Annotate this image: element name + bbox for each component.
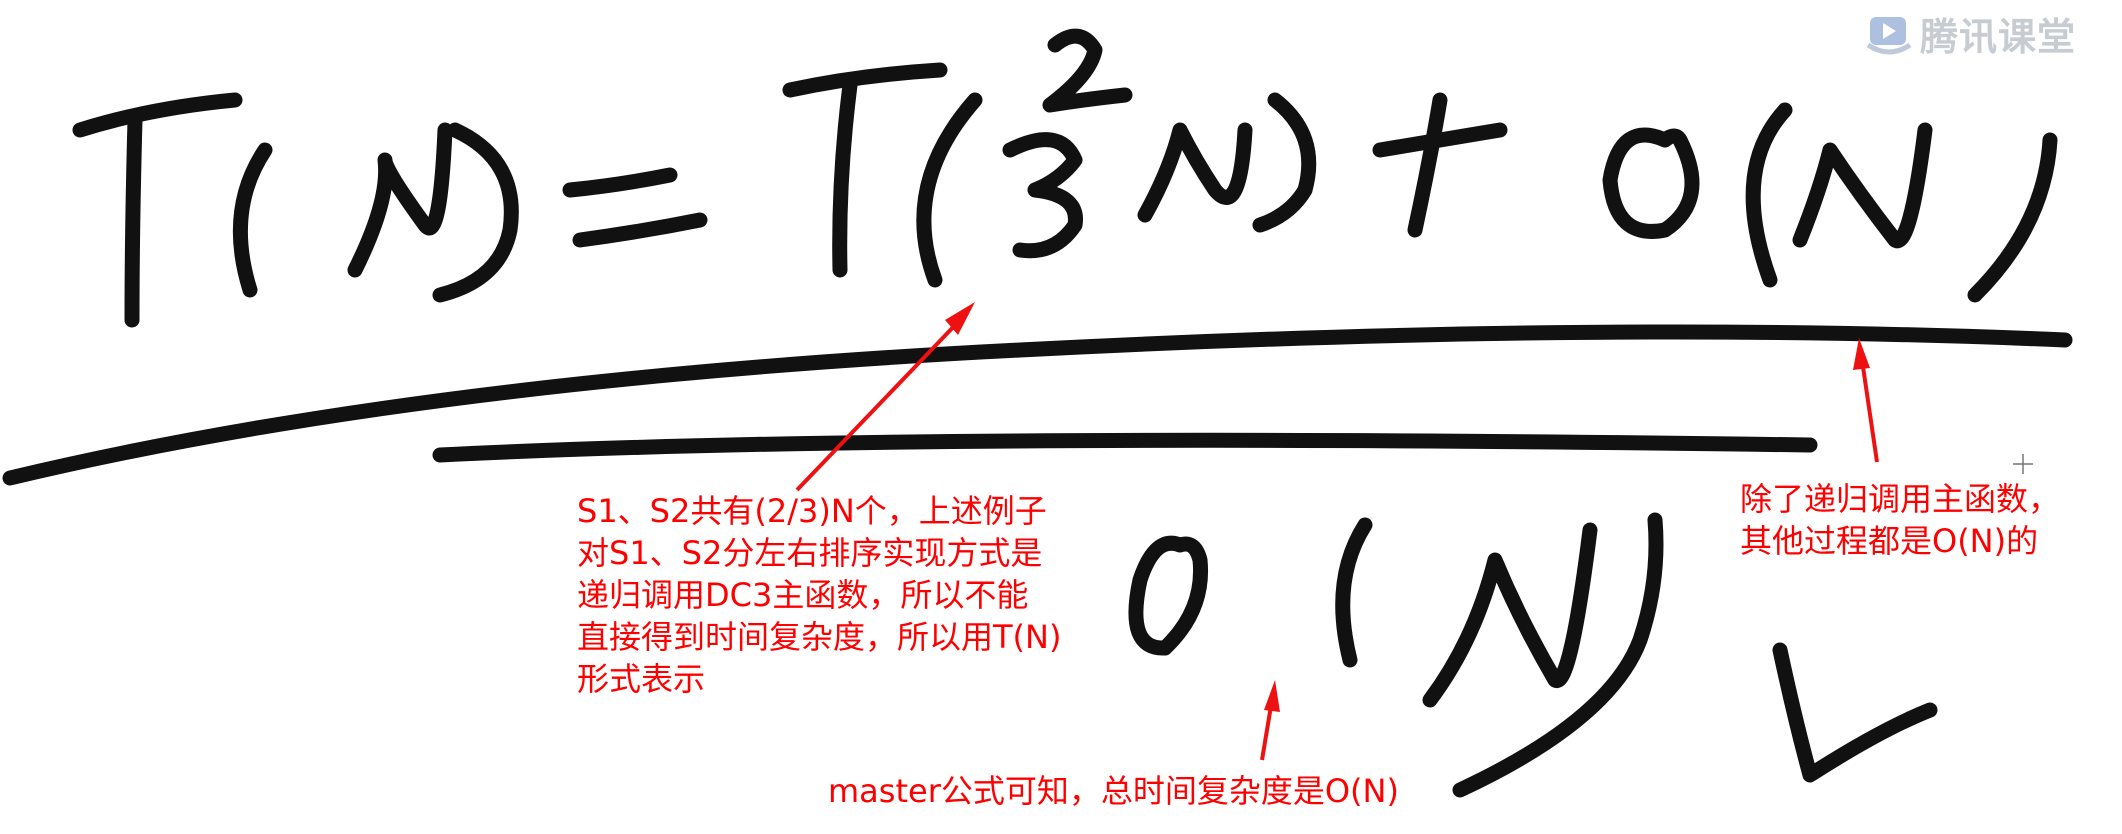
tencent-classroom-watermark: 腾讯课堂 [1864, 6, 2076, 61]
handwritten-O [1602, 127, 1700, 239]
annotation-left-note: S1、S2共有(2/3)N个，上述例子 对S1、S2分左右排序实现方式是 递归调… [577, 492, 1062, 698]
annotation-right-note: 除了递归调用主函数， 其他过程都是O(N)的 [1740, 480, 2061, 560]
handwritten-N-4 [1422, 522, 1598, 708]
arrow-to-result [1260, 680, 1280, 761]
handwritten-N-3 [1792, 122, 1933, 249]
handwritten-open-paren-2 [916, 92, 983, 288]
handwritten-plus [1372, 92, 1508, 238]
underline-short [432, 432, 1818, 463]
crosshair-cursor-icon [2013, 454, 2033, 474]
handwritten-open-paren-4 [1335, 517, 1373, 668]
handwritten-open-paren-3 [1745, 102, 1793, 288]
handwritten-open-paren [232, 142, 273, 298]
arrow-to-big-o [1853, 338, 1879, 463]
watermark-brand-text: 腾讯课堂 [1920, 15, 2077, 59]
handwritten-T [72, 92, 243, 328]
handwritten-recurrence [72, 28, 2058, 328]
handwritten-N-2 [1137, 122, 1253, 223]
handwritten-close-paren-2 [1252, 92, 1317, 233]
handwritten-N [347, 122, 453, 278]
arrow-to-fraction [795, 302, 975, 492]
handwritten-close-paren-3 [1967, 132, 2058, 303]
handwritten-2 [1042, 28, 1133, 113]
tencent-classroom-logo-icon [1866, 16, 1912, 54]
underline-long [2, 324, 2073, 486]
handwritten-equals [562, 167, 708, 248]
handwriting-canvas [2, 28, 2073, 798]
handwritten-3 [1002, 132, 1083, 259]
annotation-bottom-note: master公式可知，总时间复杂度是O(N) [828, 772, 1399, 810]
handwritten-O-2 [1128, 535, 1209, 656]
handwritten-check-mark [1772, 642, 1938, 783]
